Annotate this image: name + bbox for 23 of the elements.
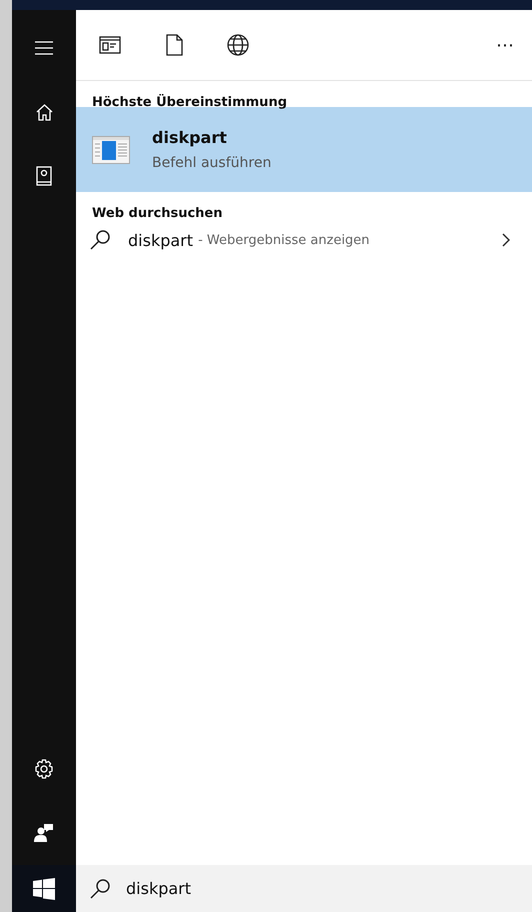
notebook-icon (36, 166, 52, 186)
windows-logo-icon (33, 878, 55, 900)
menu-icon (35, 41, 53, 55)
web-query: diskpart (128, 230, 194, 250)
section-heading: Web durchsuchen (91, 205, 222, 218)
search-icon (90, 229, 112, 251)
chevron-icon (502, 233, 510, 247)
settings-icon (34, 759, 54, 779)
result-title: diskpart (152, 128, 228, 147)
search-icon (90, 878, 112, 900)
web-hint: - Webergebnisse anzeigen (198, 232, 370, 248)
section-heading: Höchste Übereinstimmung (91, 93, 287, 107)
apps-filter-icon (99, 36, 121, 54)
result-subtitle: Befehl ausführen (152, 155, 272, 171)
home-icon (36, 104, 52, 120)
feedback-icon (34, 823, 54, 843)
document-filter-icon (165, 34, 183, 56)
web-result-item[interactable]: diskpart - Webergebnisse anzeigen (76, 218, 532, 262)
search-field[interactable]: diskpart (126, 879, 326, 898)
more-button[interactable]: ⋯ (492, 30, 518, 60)
globe-icon (227, 34, 249, 56)
start-button[interactable] (12, 865, 76, 912)
app-icon (92, 136, 130, 164)
